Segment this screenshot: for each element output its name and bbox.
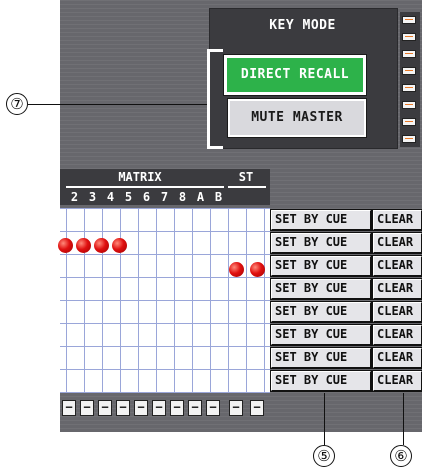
- minus-button[interactable]: −: [152, 400, 166, 416]
- clear-button[interactable]: CLEAR: [372, 370, 422, 392]
- minus-button[interactable]: −: [116, 400, 130, 416]
- minus-button[interactable]: −: [206, 400, 220, 416]
- key-slot[interactable]: [402, 33, 416, 41]
- callout-seven: ⑦: [6, 93, 28, 115]
- column-label: 7: [160, 190, 169, 204]
- minus-button[interactable]: −: [250, 400, 264, 416]
- column-label: A: [196, 190, 205, 204]
- active-indicator[interactable]: [94, 238, 109, 253]
- grid-line: [60, 254, 270, 255]
- column-label: 5: [124, 190, 133, 204]
- matrix-underline: [66, 186, 224, 188]
- column-label: 2: [70, 190, 79, 204]
- minus-button[interactable]: −: [134, 400, 148, 416]
- key-slot[interactable]: [402, 135, 416, 143]
- set-by-cue-button[interactable]: SET BY CUE: [270, 370, 372, 392]
- key-slot[interactable]: [402, 67, 416, 75]
- minus-button[interactable]: −: [98, 400, 112, 416]
- clear-button[interactable]: CLEAR: [372, 324, 422, 346]
- direct-recall-button[interactable]: DIRECT RECALL: [223, 54, 367, 96]
- callout-five: ⑤: [313, 445, 335, 467]
- set-by-cue-button[interactable]: SET BY CUE: [270, 255, 372, 277]
- clear-button[interactable]: CLEAR: [372, 278, 422, 300]
- grid-line: [60, 392, 270, 393]
- active-indicator[interactable]: [58, 238, 73, 253]
- matrix-group-label: MATRIX: [118, 170, 162, 184]
- active-indicator[interactable]: [250, 262, 265, 277]
- set-by-cue-button[interactable]: SET BY CUE: [270, 278, 372, 300]
- column-label: 6: [142, 190, 151, 204]
- set-by-cue-button[interactable]: SET BY CUE: [270, 232, 372, 254]
- minus-button[interactable]: −: [229, 400, 243, 416]
- column-label: B: [214, 190, 223, 204]
- key-slot[interactable]: [402, 16, 416, 24]
- callout-six-line: [403, 393, 404, 445]
- callout-seven-line: [28, 104, 207, 105]
- active-indicator[interactable]: [112, 238, 127, 253]
- key-slot[interactable]: [402, 101, 416, 109]
- column-label: 3: [88, 190, 97, 204]
- grid-line: [60, 323, 270, 324]
- column-label: 4: [106, 190, 115, 204]
- grid-line: [60, 277, 270, 278]
- callout-six: ⑥: [390, 445, 412, 467]
- clear-button[interactable]: CLEAR: [372, 232, 422, 254]
- key-slot[interactable]: [402, 50, 416, 58]
- st-underline: [228, 186, 266, 188]
- clear-button[interactable]: CLEAR: [372, 255, 422, 277]
- key-slot[interactable]: [402, 84, 416, 92]
- set-by-cue-button[interactable]: SET BY CUE: [270, 347, 372, 369]
- mute-master-button[interactable]: MUTE MASTER: [227, 98, 367, 138]
- minus-button[interactable]: −: [170, 400, 184, 416]
- active-indicator[interactable]: [229, 262, 244, 277]
- minus-button[interactable]: −: [80, 400, 94, 416]
- minus-button[interactable]: −: [62, 400, 76, 416]
- grid-line: [60, 369, 270, 370]
- set-by-cue-button[interactable]: SET BY CUE: [270, 209, 372, 231]
- key-mode-bracket: [207, 49, 223, 149]
- active-indicator[interactable]: [76, 238, 91, 253]
- grid-line: [60, 208, 270, 209]
- key-slot[interactable]: [402, 118, 416, 126]
- grid-line: [60, 346, 270, 347]
- st-group-label: ST: [238, 170, 254, 184]
- callout-five-line: [324, 393, 325, 445]
- set-by-cue-button[interactable]: SET BY CUE: [270, 301, 372, 323]
- clear-button[interactable]: CLEAR: [372, 301, 422, 323]
- key-mode-title: KEY MODE: [269, 18, 336, 33]
- minus-button[interactable]: −: [188, 400, 202, 416]
- clear-button[interactable]: CLEAR: [372, 347, 422, 369]
- grid-line: [60, 300, 270, 301]
- set-by-cue-button[interactable]: SET BY CUE: [270, 324, 372, 346]
- grid-line: [60, 231, 270, 232]
- clear-button[interactable]: CLEAR: [372, 209, 422, 231]
- column-label: 8: [178, 190, 187, 204]
